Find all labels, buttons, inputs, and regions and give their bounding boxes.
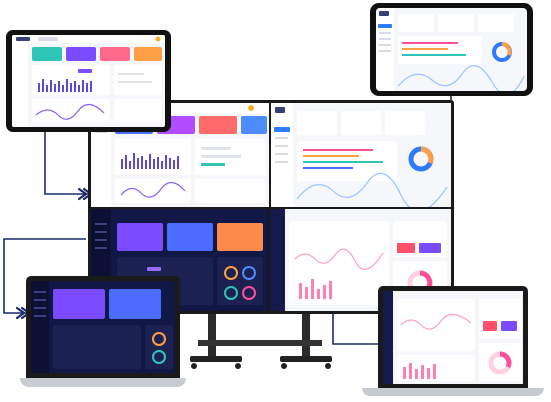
wall-quadrant-light-analytics xyxy=(271,103,451,207)
connector-tablet xyxy=(44,126,88,195)
laptop-left-base xyxy=(20,378,186,387)
laptop-right-base xyxy=(362,388,544,396)
laptop-left-device xyxy=(20,276,186,392)
phone-screen xyxy=(376,8,527,91)
laptop-right-lid xyxy=(378,286,528,388)
laptop-left-lid xyxy=(26,276,180,378)
tablet-device xyxy=(6,30,171,132)
laptop-right-screen xyxy=(383,291,523,384)
phone-device xyxy=(370,3,533,96)
laptop-left-screen xyxy=(31,281,175,373)
tablet-screen xyxy=(12,35,165,127)
devices-showcase xyxy=(0,0,551,402)
laptop-right-device xyxy=(362,286,544,398)
